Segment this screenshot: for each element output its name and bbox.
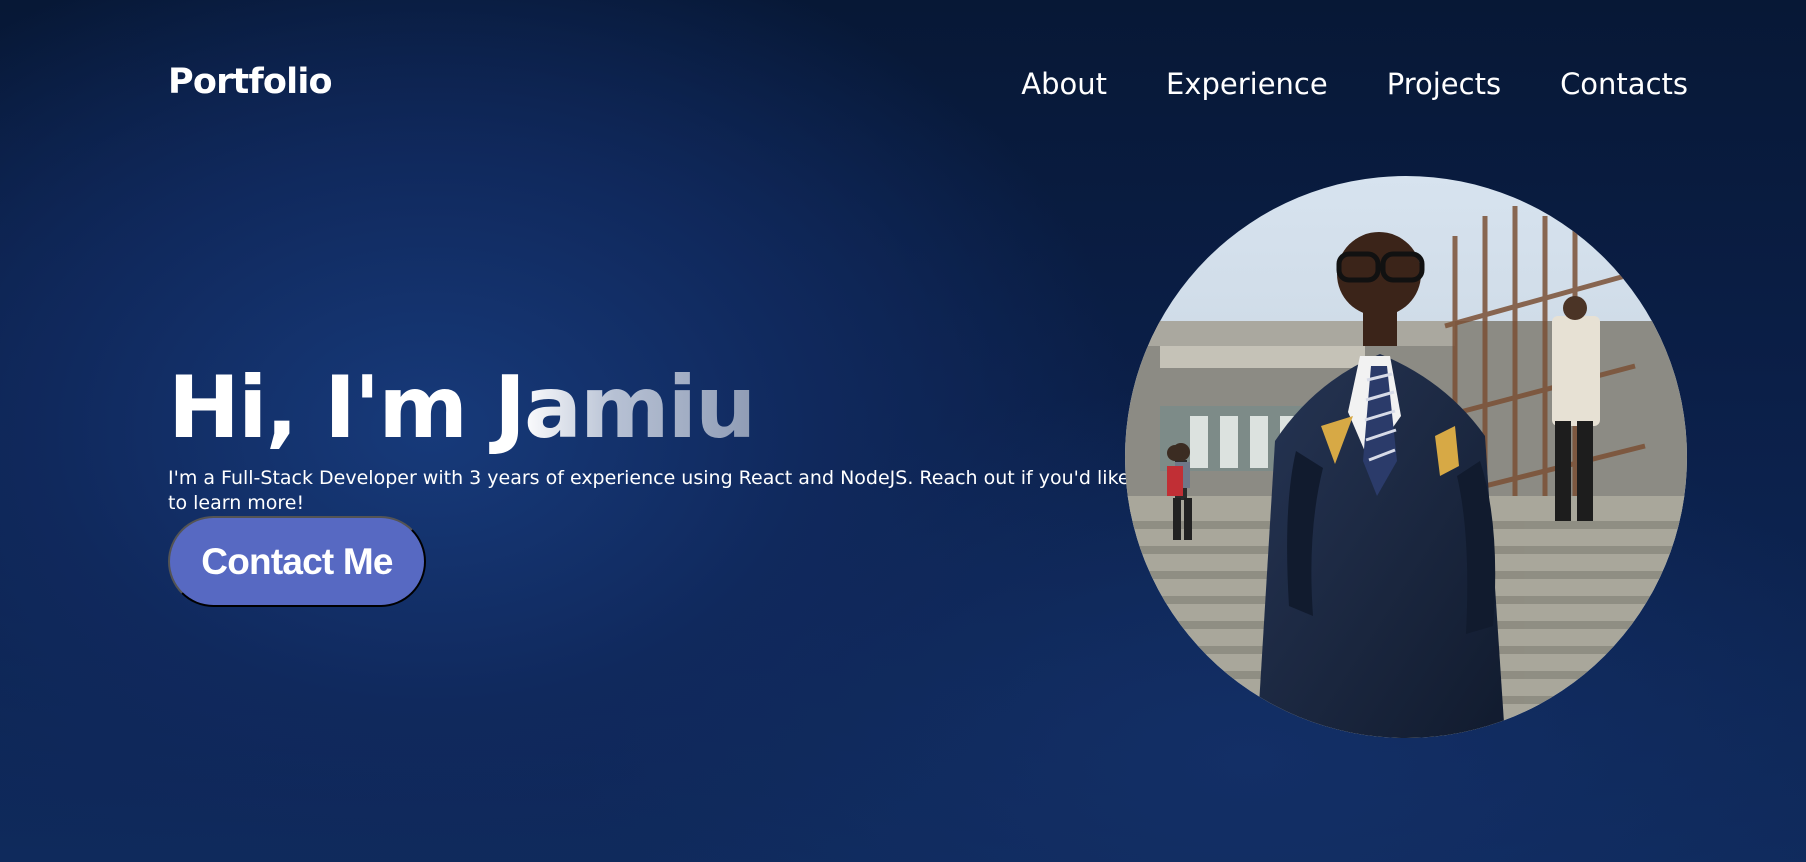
brand-logo[interactable]: Portfolio xyxy=(168,62,333,102)
portfolio-page: Portfolio About Experience Projects Cont… xyxy=(0,0,1806,862)
profile-photo xyxy=(1125,176,1687,738)
main-navigation: About Experience Projects Contacts xyxy=(1021,66,1688,102)
hero-description: I'm a Full-Stack Developer with 3 years … xyxy=(168,467,1130,514)
nav-experience[interactable]: Experience xyxy=(1166,66,1328,102)
nav-contacts[interactable]: Contacts xyxy=(1560,66,1688,102)
nav-projects[interactable]: Projects xyxy=(1387,66,1501,102)
nav-about[interactable]: About xyxy=(1021,66,1107,102)
hero-title: Hi, I'm Jamiu xyxy=(168,357,756,458)
contact-me-button[interactable]: Contact Me xyxy=(168,516,426,607)
